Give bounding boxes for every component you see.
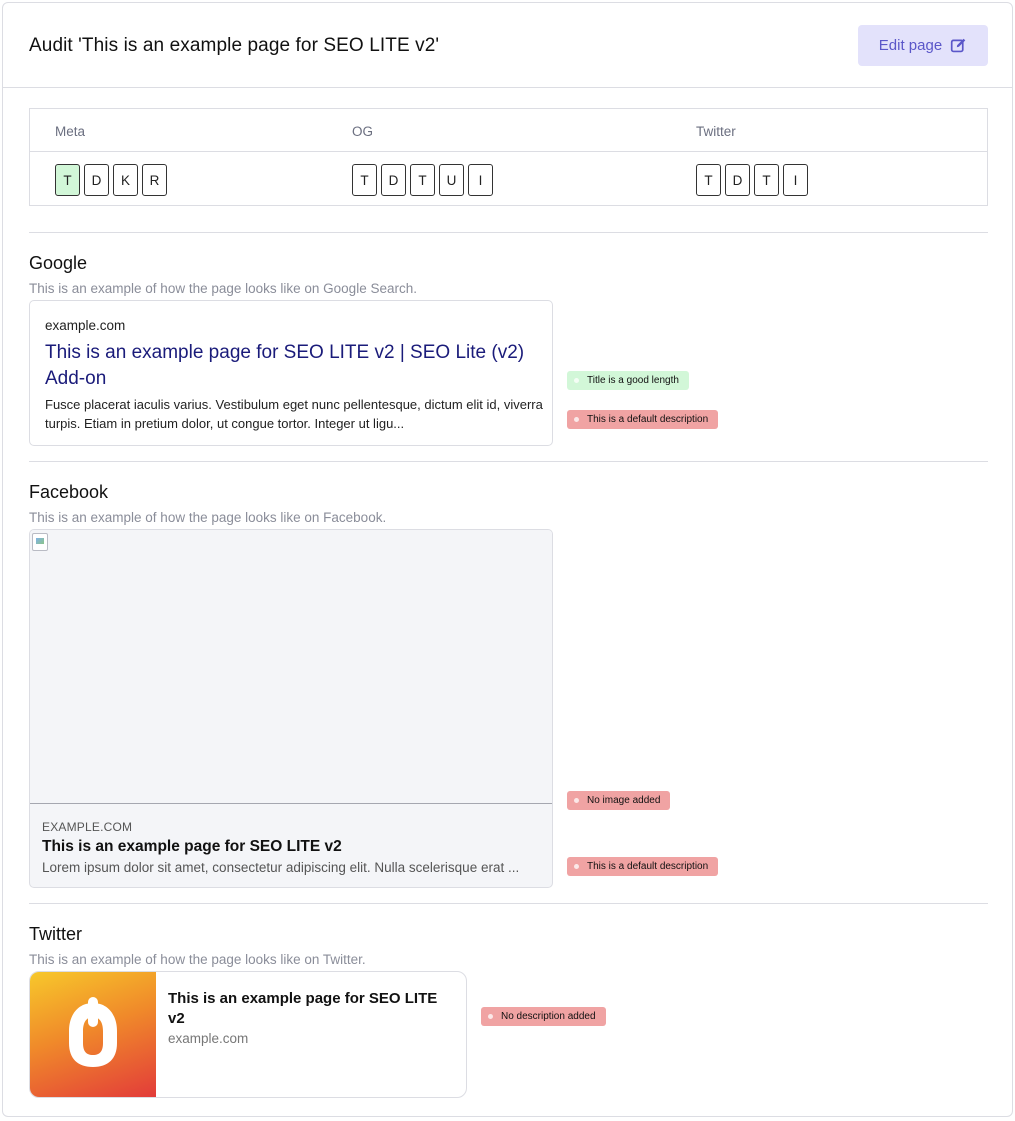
twitter-column-header: Twitter bbox=[696, 124, 736, 139]
facebook-preview-card: EXAMPLE.COM This is an example page for … bbox=[29, 529, 553, 888]
twitter-section-title: Twitter bbox=[29, 924, 83, 944]
twitter-tag-type: T bbox=[754, 164, 779, 196]
og-tag-url: U bbox=[439, 164, 464, 196]
twitter-preview-title: This is an example page for SEO LITE v2 bbox=[168, 990, 438, 1027]
page-title: Audit 'This is an example page for SEO L… bbox=[29, 35, 440, 56]
google-preview-card: example.com This is an example page for … bbox=[29, 300, 553, 446]
og-tag-image: I bbox=[468, 164, 493, 196]
edit-square-icon bbox=[951, 38, 966, 53]
meta-tag-title: T bbox=[55, 164, 80, 196]
facebook-preview-domain: EXAMPLE.COM bbox=[42, 820, 133, 834]
twitter-tag-description: D bbox=[725, 164, 750, 196]
twitter-section-subtitle: This is an example of how the page looks… bbox=[29, 952, 366, 967]
og-column-header: OG bbox=[352, 124, 374, 139]
og-tags: T D T U I bbox=[352, 164, 493, 196]
status-badge: No description added bbox=[481, 1007, 606, 1026]
status-badge: No image added bbox=[567, 791, 671, 810]
tag-table-header: Meta OG Twitter bbox=[30, 109, 987, 152]
twitter-preview-domain: example.com bbox=[168, 1031, 249, 1046]
meta-tag-robots: R bbox=[142, 164, 167, 196]
status-badge: This is a default description bbox=[567, 410, 719, 429]
twitter-tag-title: T bbox=[696, 164, 721, 196]
twitter-tags: T D T I bbox=[696, 164, 808, 196]
divider bbox=[29, 903, 988, 904]
facebook-preview-description: Lorem ipsum dolor sit amet, consectetur … bbox=[42, 860, 520, 875]
meta-column-header: Meta bbox=[55, 124, 86, 139]
meta-tag-keywords: K bbox=[113, 164, 138, 196]
status-badge: Title is a good length bbox=[567, 371, 689, 390]
google-section-title: Google bbox=[29, 253, 88, 273]
divider bbox=[29, 461, 988, 462]
google-preview-title: This is an example page for SEO LITE v2 … bbox=[45, 342, 525, 389]
tag-summary-table: Meta OG Twitter T D K R T D T U I T D T … bbox=[29, 108, 988, 206]
google-preview-description: Fusce placerat iaculis varius. Vestibulu… bbox=[45, 397, 543, 431]
broken-image-icon bbox=[32, 533, 48, 551]
facebook-preview-image bbox=[30, 530, 552, 804]
og-tag-title: T bbox=[352, 164, 377, 196]
twitter-tag-image: I bbox=[783, 164, 808, 196]
facebook-section-subtitle: This is an example of how the page looks… bbox=[29, 510, 387, 525]
google-section-subtitle: This is an example of how the page looks… bbox=[29, 281, 417, 296]
google-preview-url: example.com bbox=[45, 318, 126, 333]
twitter-preview-image bbox=[30, 972, 156, 1097]
status-badge: This is a default description bbox=[567, 857, 719, 876]
audit-header: Audit 'This is an example page for SEO L… bbox=[3, 3, 1012, 88]
edit-page-label: Edit page bbox=[878, 37, 943, 54]
meta-tag-description: D bbox=[84, 164, 109, 196]
facebook-preview-title: This is an example page for SEO LITE v2 bbox=[42, 838, 342, 855]
meta-tags: T D K R bbox=[55, 164, 167, 196]
edit-page-button[interactable]: Edit page bbox=[858, 25, 988, 66]
twitter-preview-card: This is an example page for SEO LITE v2 … bbox=[29, 971, 467, 1098]
facebook-section-title: Facebook bbox=[29, 482, 109, 502]
og-tag-description: D bbox=[381, 164, 406, 196]
divider bbox=[29, 232, 988, 233]
power-logo-icon bbox=[69, 997, 117, 1067]
og-tag-type: T bbox=[410, 164, 435, 196]
audit-panel: Audit 'This is an example page for SEO L… bbox=[2, 2, 1013, 1117]
